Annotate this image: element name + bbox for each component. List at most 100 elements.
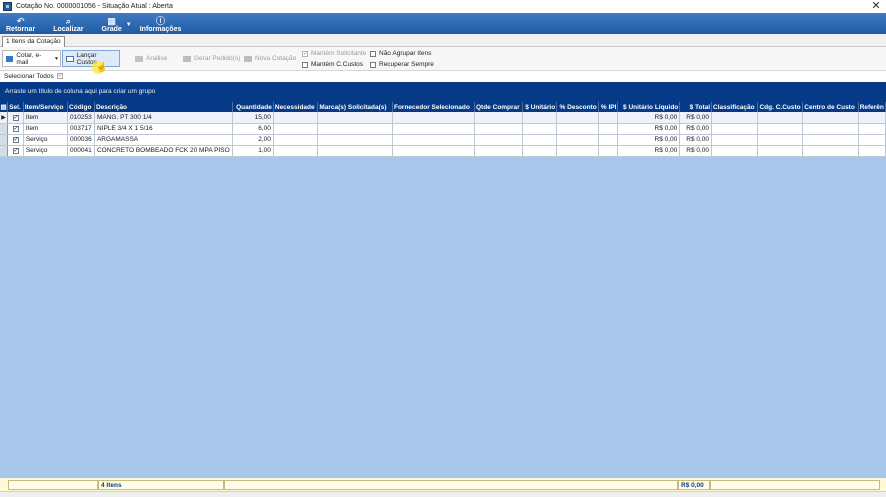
row-cdg-ccusto[interactable] <box>757 112 804 124</box>
search-button[interactable]: ⌕ Localizar <box>53 16 83 34</box>
row-ipi[interactable] <box>598 123 619 135</box>
tab-itens-cotacao[interactable]: 1 Itens da Cotação <box>2 36 65 47</box>
row-marcas[interactable] <box>317 134 393 146</box>
row-select-checkbox[interactable]: ✓ <box>12 126 19 132</box>
row-centro-custo[interactable] <box>802 145 859 157</box>
column-header-classificacao[interactable]: Classificação <box>711 102 759 112</box>
column-header-marcas[interactable]: Marca(s) Solicitada(s) <box>317 102 393 112</box>
row-select-checkbox[interactable]: ✓ <box>12 114 19 121</box>
row-select-checkbox[interactable]: ✓ <box>12 137 19 143</box>
table-row[interactable]: ✓ Item 003717 NIPLE 3/4 X 1 5/16 6,00 R$… <box>0 123 886 135</box>
row-select-cell[interactable]: ✓ <box>7 145 24 157</box>
row-referencia[interactable] <box>858 134 886 146</box>
row-select-checkbox[interactable]: ✓ <box>12 148 19 154</box>
gerar-pedidos-button[interactable]: Gerar Pedido(s) <box>180 50 243 67</box>
row-necessidade[interactable] <box>273 134 319 146</box>
row-quantidade[interactable]: 15,00 <box>232 112 274 124</box>
row-centro-custo[interactable] <box>802 134 859 146</box>
row-fornecedor[interactable] <box>392 112 475 124</box>
row-marcas[interactable] <box>317 112 393 124</box>
column-header-sel[interactable]: Sel. <box>7 102 24 112</box>
column-header-ipi[interactable]: % IPI <box>598 102 619 112</box>
return-button[interactable]: ↶ Retornar <box>6 16 35 34</box>
row-select-cell[interactable]: ✓ <box>7 112 24 124</box>
column-header-necessidade[interactable]: Necessidade <box>273 102 319 112</box>
row-ipi[interactable] <box>598 145 619 157</box>
column-header-total[interactable]: $ Total <box>679 102 713 112</box>
analise-button[interactable]: Análise <box>132 50 170 67</box>
column-header-qtde-comprar[interactable]: Qtde Comprar <box>474 102 523 112</box>
column-header-quantidade[interactable]: Quantidade <box>232 102 274 112</box>
info-button[interactable]: ⓘ Informações <box>140 16 182 34</box>
select-all-checkbox[interactable]: Selecionar Todos ✓ <box>4 72 63 80</box>
row-fornecedor[interactable] <box>392 134 475 146</box>
row-select-cell[interactable]: ✓ <box>7 134 24 146</box>
row-necessidade[interactable] <box>273 145 319 157</box>
row-ipi[interactable] <box>598 112 619 124</box>
column-header-fornecedor[interactable]: Fornecedor Selecionado <box>392 102 475 112</box>
column-header-item-servico[interactable]: Item/Serviço <box>23 102 69 112</box>
cotar-email-button[interactable]: Cotar, e-mail <box>2 50 54 67</box>
row-cdg-ccusto[interactable] <box>757 145 804 157</box>
column-header-referencia[interactable]: Referên <box>858 102 886 112</box>
grid-button[interactable]: ▦ Grade <box>102 16 122 34</box>
row-unitario[interactable] <box>522 145 558 157</box>
row-necessidade[interactable] <box>273 123 319 135</box>
recuperar-sempre-checkbox[interactable]: Recuperar Sempre <box>370 61 434 68</box>
row-qtde-comprar[interactable] <box>474 134 523 146</box>
column-header-cdg-ccusto[interactable]: Cdg. C.Custo <box>757 102 804 112</box>
row-unitario[interactable] <box>522 123 558 135</box>
table-row[interactable]: ✓ Serviço 000041 CONCRETO BOMBEADO FCK 2… <box>0 145 886 157</box>
row-qtde-comprar[interactable] <box>474 112 523 124</box>
row-ipi[interactable] <box>598 134 619 146</box>
return-arrow-icon: ↶ <box>16 16 25 26</box>
row-necessidade[interactable] <box>273 112 319 124</box>
close-button[interactable]: ✕ <box>870 0 882 13</box>
column-header-desconto[interactable]: % Desconto <box>556 102 599 112</box>
row-marcas[interactable] <box>317 123 393 135</box>
row-referencia[interactable] <box>858 145 886 157</box>
column-header-codigo[interactable]: Código <box>67 102 95 112</box>
row-centro-custo[interactable] <box>802 123 859 135</box>
row-desconto[interactable] <box>556 112 599 124</box>
group-by-panel[interactable]: Arraste um título de coluna aqui para cr… <box>0 82 886 102</box>
column-header-indicator: ▤ <box>0 102 9 112</box>
cotar-dropdown-icon[interactable]: ▼ <box>53 50 61 67</box>
mantem-ccustos-checkbox[interactable]: Mantém C.Custos <box>302 61 363 68</box>
column-header-centro-custo[interactable]: Centro de Custo <box>802 102 859 112</box>
row-desconto[interactable] <box>556 123 599 135</box>
row-classificacao[interactable] <box>711 145 759 157</box>
row-fornecedor[interactable] <box>392 123 475 135</box>
column-header-descricao[interactable]: Descrição <box>94 102 233 112</box>
row-marcas[interactable] <box>317 145 393 157</box>
group-by-hint: Arraste um título de coluna aqui para cr… <box>5 88 156 95</box>
row-classificacao[interactable] <box>711 134 759 146</box>
mantem-solicitante-checkbox[interactable]: ✓ Mantém Solicitante <box>302 50 366 57</box>
row-fornecedor[interactable] <box>392 145 475 157</box>
row-referencia[interactable] <box>858 123 886 135</box>
row-quantidade[interactable]: 2,00 <box>232 134 274 146</box>
row-desconto[interactable] <box>556 134 599 146</box>
row-quantidade[interactable]: 1,00 <box>232 145 274 157</box>
column-header-unitario-liquido[interactable]: $ Unitário Líquido <box>617 102 681 112</box>
row-classificacao[interactable] <box>711 123 759 135</box>
table-row[interactable]: ▶ ✓ Item 010253 MANG. PT 300 1/4 15,00 R… <box>0 112 886 124</box>
column-header-unitario[interactable]: $ Unitário <box>522 102 558 112</box>
row-classificacao[interactable] <box>711 112 759 124</box>
row-quantidade[interactable]: 6,00 <box>232 123 274 135</box>
table-row[interactable]: ✓ Serviço 000036 ARGAMASSA 2,00 R$ 0,00 … <box>0 134 886 146</box>
row-centro-custo[interactable] <box>802 112 859 124</box>
row-referencia[interactable] <box>858 112 886 124</box>
row-unitario[interactable] <box>522 112 558 124</box>
row-qtde-comprar[interactable] <box>474 145 523 157</box>
grid-dropdown-icon[interactable]: ▼ <box>126 22 132 34</box>
row-desconto[interactable] <box>556 145 599 157</box>
row-cdg-ccusto[interactable] <box>757 123 804 135</box>
lancar-custos-button[interactable]: Lançar Custos <box>62 50 120 67</box>
nova-cotacao-button[interactable]: Nova Cotação <box>241 50 299 67</box>
row-cdg-ccusto[interactable] <box>757 134 804 146</box>
row-qtde-comprar[interactable] <box>474 123 523 135</box>
row-select-cell[interactable]: ✓ <box>7 123 24 135</box>
row-unitario[interactable] <box>522 134 558 146</box>
nao-agrupar-itens-checkbox[interactable]: Não Agrupar Itens <box>370 50 431 57</box>
